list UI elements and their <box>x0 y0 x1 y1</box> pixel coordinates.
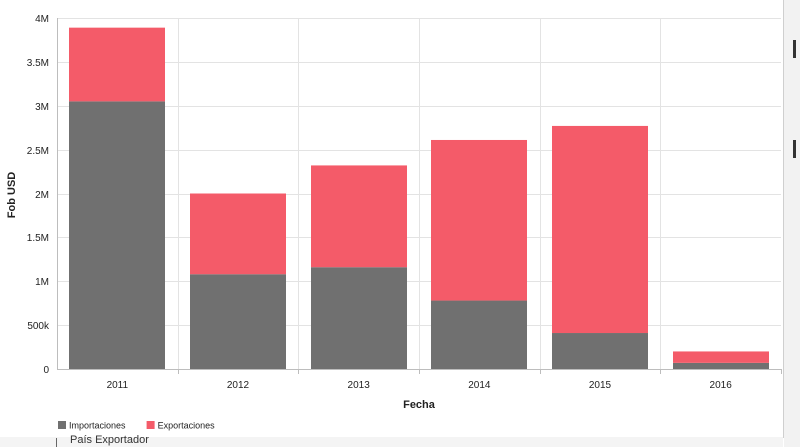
bar-importaciones-2012[interactable] <box>190 274 286 369</box>
y-tick-label: 2M <box>35 190 49 201</box>
y-tick-label: 1.5M <box>27 233 49 244</box>
legend-swatch-exportaciones[interactable] <box>146 421 155 429</box>
edge-marker <box>793 40 796 58</box>
bar-importaciones-2014[interactable] <box>431 300 527 369</box>
y-tick-label: 2.5M <box>27 146 49 157</box>
bar-exportaciones-2012[interactable] <box>190 193 286 275</box>
y-tick-label: 1M <box>35 277 49 288</box>
x-tick-label: 2014 <box>468 380 491 391</box>
y-tick-label: 3M <box>35 102 49 113</box>
filter-box-edge <box>56 438 63 447</box>
bar-exportaciones-2011[interactable] <box>69 27 165 102</box>
y-tick-label: 4M <box>35 14 49 25</box>
y-tick-label: 500k <box>27 321 50 332</box>
next-section-label: País Exportador <box>70 434 149 446</box>
side-panel-edge <box>784 0 800 447</box>
bar-importaciones-2016[interactable] <box>673 362 769 369</box>
bar-importaciones-2015[interactable] <box>552 333 648 369</box>
y-tick-label: 0 <box>43 365 49 376</box>
stacked-bar-chart: 0 500k 1M 1.5M 2M 2.5M 3M 3.5M 4M 2011 2012 2013 201… <box>6 14 782 431</box>
legend-label-exportaciones[interactable]: Exportaciones <box>158 421 216 431</box>
y-tick-label: 3.5M <box>27 58 49 69</box>
bar-exportaciones-2013[interactable] <box>311 165 407 268</box>
edge-marker <box>793 140 796 158</box>
y-axis-title: Fob USD <box>6 172 18 218</box>
bar-exportaciones-2016[interactable] <box>673 351 769 363</box>
bar-importaciones-2013[interactable] <box>311 267 407 369</box>
x-axis-title: Fecha <box>403 399 436 411</box>
x-tick-label: 2011 <box>107 380 129 391</box>
bar-exportaciones-2014[interactable] <box>431 139 527 301</box>
x-tick-label: 2013 <box>348 380 371 391</box>
x-tick-label: 2012 <box>227 380 250 391</box>
legend: Importaciones Exportaciones <box>58 421 215 431</box>
x-tick-label: 2015 <box>589 380 612 391</box>
chart-panel: 0 500k 1M 1.5M 2M 2.5M 3M 3.5M 4M 2011 2012 2013 201… <box>0 0 784 438</box>
legend-label-importaciones[interactable]: Importaciones <box>69 421 126 431</box>
grid-lines <box>57 18 781 370</box>
bar-importaciones-2011[interactable] <box>69 101 165 370</box>
x-tick-label: 2016 <box>710 380 733 391</box>
legend-swatch-importaciones[interactable] <box>58 421 66 429</box>
bar-exportaciones-2015[interactable] <box>552 125 648 334</box>
